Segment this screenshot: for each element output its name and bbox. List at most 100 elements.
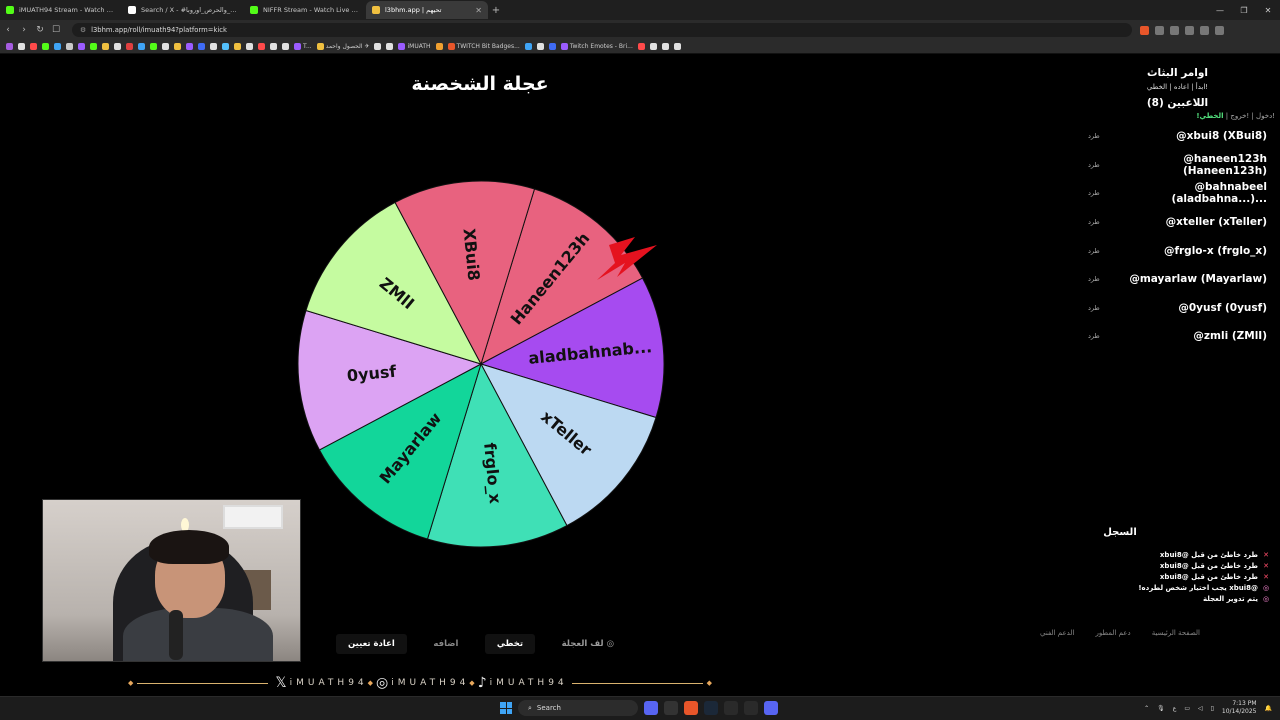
kick-player-button[interactable]: طرد — [1088, 247, 1100, 255]
home-link[interactable]: الصفحة الرئيسية — [1152, 629, 1200, 637]
bookmark-item[interactable]: TWITCH Bit Badges... — [447, 43, 520, 50]
bookmark-item[interactable] — [126, 43, 133, 50]
app-icon[interactable] — [724, 701, 738, 715]
bookmark-item[interactable] — [66, 43, 73, 50]
language-icon[interactable]: ع — [1173, 705, 1177, 712]
kick-player-button[interactable]: طرد — [1088, 218, 1100, 226]
bookmark-item[interactable] — [649, 43, 657, 50]
bookmark-item[interactable] — [282, 43, 289, 50]
kick-player-button[interactable]: طرد — [1088, 132, 1100, 140]
battery-icon[interactable]: ▯ — [1211, 705, 1214, 712]
mic-icon[interactable]: 🎙 — [1157, 705, 1165, 712]
bookmark-item[interactable] — [524, 43, 532, 50]
extension-icon[interactable] — [1200, 25, 1209, 35]
bookmark-item[interactable] — [374, 43, 382, 50]
clock[interactable]: 7:13 PM 10/14/2025 — [1222, 700, 1257, 716]
bookmark-item[interactable]: Twitch Emotes - Bri... — [560, 43, 633, 50]
browser-tab[interactable]: Search / X - #العاب_والحرص_اوروبا — [122, 1, 244, 19]
bookmark-item[interactable] — [6, 43, 13, 50]
skip-button[interactable]: تخطي — [484, 634, 536, 654]
bookmark-item[interactable] — [548, 43, 556, 50]
bookmark-item[interactable] — [386, 43, 394, 50]
bookmark-item[interactable] — [246, 43, 253, 50]
browser-tab[interactable]: NIFFR Stream - Watch Live on Kick — [244, 1, 366, 19]
steam-icon[interactable] — [704, 701, 718, 715]
bookmark-item[interactable] — [661, 43, 669, 50]
brave-shield-icon[interactable] — [1140, 25, 1149, 35]
kick-player-button[interactable]: طرد — [1088, 304, 1100, 312]
bookmark-item[interactable] — [150, 43, 157, 50]
add-button[interactable]: اضافه — [421, 634, 470, 654]
kick-player-button[interactable]: طرد — [1088, 161, 1100, 169]
app-icon[interactable] — [664, 701, 678, 715]
bookmark-item[interactable] — [54, 43, 61, 50]
discord-icon[interactable] — [764, 701, 778, 715]
bookmark-item[interactable] — [258, 43, 265, 50]
kick-player-button[interactable]: طرد — [1088, 332, 1100, 340]
extension-icon[interactable] — [1155, 25, 1164, 35]
notifications-icon[interactable]: 🔔 — [1265, 705, 1272, 712]
reset-button[interactable]: اعادة تعيين — [336, 634, 407, 654]
bookmark-page-icon[interactable]: ☐ — [48, 25, 64, 35]
taskbar-search[interactable]: ⌕ Search — [518, 700, 638, 716]
social-overlay: ◆ 𝕏 iMUATH94 ◆ ◎ iMUATH94 ◆ ♪ iMUATH94 ◆ — [128, 673, 712, 693]
bookmark-item[interactable] — [536, 43, 544, 50]
kick-player-button[interactable]: طرد — [1088, 189, 1100, 197]
bookmark-item[interactable] — [210, 43, 217, 50]
close-tab-icon[interactable]: ✕ — [475, 6, 482, 15]
extension-icon[interactable] — [1170, 25, 1179, 35]
bookmark-item[interactable] — [18, 43, 25, 50]
bookmark-item[interactable] — [435, 43, 443, 50]
windows-start-icon[interactable] — [500, 702, 512, 714]
footer-links: الصفحة الرئيسية دعم المطور الدعم الفني — [1040, 629, 1200, 637]
bookmark-item[interactable] — [162, 43, 169, 50]
bookmark-item[interactable]: T... — [294, 43, 312, 50]
bookmark-item[interactable] — [234, 43, 241, 50]
browser-tab[interactable]: iMUATH94 Stream - Watch Live on Ki — [0, 1, 122, 19]
tech-support-link[interactable]: الدعم الفني — [1040, 629, 1074, 637]
bookmark-item[interactable] — [174, 43, 181, 50]
bookmark-item[interactable] — [198, 43, 205, 50]
bookmark-item[interactable] — [138, 43, 145, 50]
kick-player-button[interactable]: طرد — [1088, 275, 1100, 283]
extension-icon[interactable] — [1185, 25, 1194, 35]
maximize-icon[interactable]: ❐ — [1232, 0, 1256, 20]
app-icon[interactable] — [644, 701, 658, 715]
bookmark-item[interactable] — [78, 43, 85, 50]
bookmark-item[interactable] — [673, 43, 681, 50]
site-info-icon[interactable]: ⚙ — [80, 26, 86, 34]
tab-title: Search / X - #العاب_والحرص_اوروبا — [141, 6, 238, 14]
bookmark-item[interactable] — [102, 43, 109, 50]
bookmark-item[interactable] — [222, 43, 229, 50]
bookmark-item[interactable] — [90, 43, 97, 50]
tray-chevron-icon[interactable]: ⌃ — [1144, 705, 1149, 712]
menu-icon[interactable] — [1215, 25, 1224, 35]
bookmark-item[interactable] — [637, 43, 645, 50]
spin-wheel[interactable]: Haneen123h aladbahnab... xTeller frglo_x May… — [297, 180, 665, 548]
bookmark-item[interactable]: iMUATH — [398, 43, 431, 50]
support-dev-link[interactable]: دعم المطور — [1096, 629, 1131, 637]
bookmark-item[interactable] — [42, 43, 49, 50]
bookmark-item[interactable] — [186, 43, 193, 50]
x-favicon-icon — [128, 6, 136, 14]
close-window-icon[interactable]: ✕ — [1256, 0, 1280, 20]
microphone — [169, 610, 183, 660]
volume-icon[interactable]: ◁ — [1198, 705, 1203, 712]
bookmark-item[interactable]: الحصول واحمد ✈ — [316, 43, 369, 50]
minimize-icon[interactable]: — — [1208, 0, 1232, 20]
new-tab-button[interactable]: + — [488, 5, 504, 16]
back-icon[interactable]: ‹ — [0, 25, 16, 35]
address-bar[interactable]: ⚙ l3bhm.app/roll/imuath94?platform=kick — [72, 23, 1132, 37]
windows-taskbar: ⌕ Search ⌃ 🎙 ع ▭ ◁ ▯ 7:13 PM 10/14/2025 … — [0, 696, 1280, 720]
streamer-hair — [149, 530, 229, 564]
forward-icon[interactable]: › — [16, 25, 32, 35]
bookmark-item[interactable] — [114, 43, 121, 50]
browser-tab-active[interactable]: l3bhm.app | تحيهم ✕ — [366, 1, 488, 19]
reload-icon[interactable]: ↻ — [32, 25, 48, 35]
bookmark-item[interactable] — [30, 43, 37, 50]
app-icon[interactable] — [744, 701, 758, 715]
spin-wheel-button[interactable]: ◎ لف العجلة — [550, 634, 626, 654]
brave-icon[interactable] — [684, 701, 698, 715]
network-icon[interactable]: ▭ — [1184, 705, 1190, 712]
bookmark-item[interactable] — [270, 43, 277, 50]
